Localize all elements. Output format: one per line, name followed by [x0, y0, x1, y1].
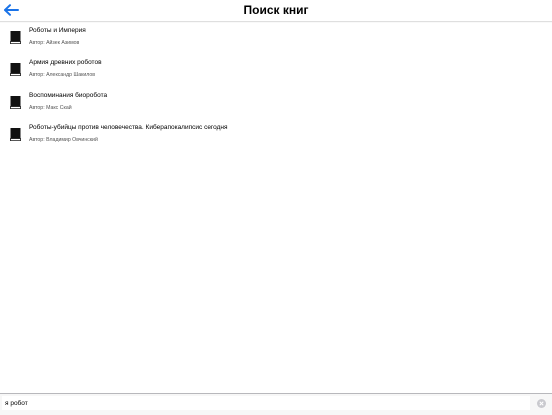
book-author: Автор: Макс Скай — [29, 104, 72, 111]
book-icon — [10, 95, 21, 109]
search-bar — [0, 393, 552, 415]
clear-icon[interactable] — [537, 399, 546, 408]
book-title: Роботы и Империя — [29, 27, 86, 34]
book-icon — [10, 127, 21, 141]
book-title: Роботы-убийцы против человечества. Кибер… — [29, 123, 228, 131]
search-results-list: Роботы и Империя Автор: Айзек Азимов Арм… — [0, 22, 552, 151]
arrow-left-icon — [4, 4, 19, 16]
book-title: Воспоминания биоробота — [29, 91, 108, 99]
search-input[interactable] — [2, 396, 530, 410]
list-item[interactable]: Армия древних роботов Автор: Александр Ш… — [0, 54, 552, 86]
book-icon — [10, 31, 21, 44]
book-author: Автор: Александр Шакилов — [29, 72, 96, 79]
book-author: Автор: Владимир Овчинский — [29, 136, 98, 143]
list-item[interactable]: Роботы-убийцы против человечества. Кибер… — [0, 119, 552, 151]
book-author: Автор: Айзек Азимов — [29, 40, 80, 46]
book-title: Армия древних роботов — [29, 59, 102, 67]
page-title: Поиск книг — [243, 3, 309, 17]
book-icon — [10, 63, 21, 77]
list-item[interactable]: Роботы и Империя Автор: Айзек Азимов — [0, 22, 552, 54]
header-bar: Поиск книг — [0, 0, 552, 22]
back-button[interactable] — [2, 2, 20, 18]
list-item[interactable]: Воспоминания биоробота Автор: Макс Скай — [0, 87, 552, 119]
